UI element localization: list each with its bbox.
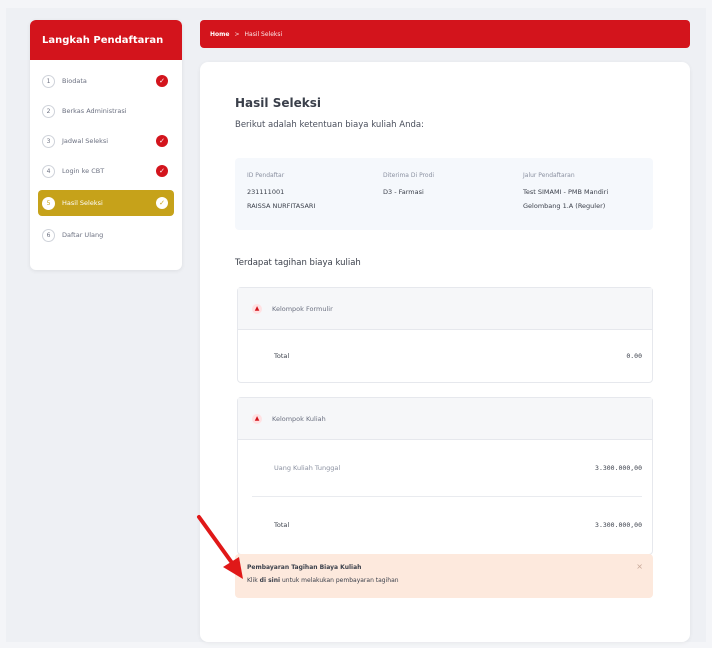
fee-total-row: Total 0.00 (238, 330, 652, 382)
chevron-up-icon[interactable]: ▲ (252, 413, 262, 424)
step-label: Jadwal Seleksi (62, 137, 109, 145)
step-number: 3 (42, 134, 55, 148)
breadcrumb-home-link[interactable]: Home (210, 31, 229, 38)
step-hasil-seleksi[interactable]: 5 Hasil Seleksi ✓ (38, 190, 174, 216)
fee-total-amount: 0.00 (626, 352, 642, 360)
id-value: 231111001 (247, 188, 285, 196)
step-jadwal-seleksi[interactable]: 3 Jadwal Seleksi ✓ (38, 130, 174, 152)
sidebar-title: Langkah Pendaftaran (30, 20, 182, 60)
step-label: Daftar Ulang (62, 231, 104, 239)
step-number: 1 (42, 74, 55, 88)
check-circle-icon: ✓ (156, 75, 168, 87)
chevron-up-icon[interactable]: ▲ (252, 303, 262, 314)
payment-alert: Pembayaran Tagihan Biaya Kuliah Klik di … (235, 554, 653, 598)
prodi-label: Diterima Di Prodi (383, 172, 435, 179)
step-login-cbt[interactable]: 4 Login ke CBT ✓ (38, 160, 174, 182)
step-number: 2 (42, 104, 55, 118)
steps-list: 1 Biodata ✓ 2 Berkas Administrasi 3 Jadw… (30, 60, 182, 264)
fee-group-formulir: ▲ Kelompok Formulir Total 0.00 (237, 287, 653, 383)
step-number: 4 (42, 164, 55, 178)
gelombang-value: Gelombang 1.A (Reguler) (523, 202, 606, 210)
check-circle-icon: ✓ (156, 165, 168, 177)
breadcrumb-current: Hasil Seleksi (244, 30, 283, 38)
alert-title: Pembayaran Tagihan Biaya Kuliah (247, 564, 362, 571)
step-daftar-ulang[interactable]: 6 Daftar Ulang (38, 224, 174, 246)
step-number: 5 (42, 196, 55, 210)
breadcrumb: Home > Hasil Seleksi (200, 20, 690, 48)
fee-total-label: Total (274, 352, 290, 360)
step-biodata[interactable]: 1 Biodata ✓ (38, 70, 174, 92)
fee-item-amount: 3.300.000,00 (595, 464, 642, 472)
red-annotation-arrow-icon (197, 515, 243, 579)
fee-total-row: Total 3.300.000,00 (238, 497, 652, 553)
info-col-id: ID Pendaftar 231111001 RAISSA NURFITASAR… (247, 172, 315, 216)
page-title: Hasil Seleksi (235, 96, 321, 110)
info-col-prodi: Diterima Di Prodi D3 - Farmasi (383, 172, 434, 202)
fee-item-row: Uang Kuliah Tunggal 3.300.000,00 (238, 440, 652, 496)
breadcrumb-separator: > (234, 30, 240, 38)
check-circle-icon: ✓ (156, 197, 168, 209)
fee-group-kuliah: ▲ Kelompok Kuliah Uang Kuliah Tunggal 3.… (237, 397, 653, 555)
step-label: Hasil Seleksi (62, 199, 103, 207)
alert-suffix: untuk melakukan pembayaran tagihan (282, 577, 399, 584)
main-card: Hasil Seleksi Berikut adalah ketentuan b… (200, 62, 690, 642)
id-label: ID Pendaftar (247, 172, 285, 179)
jalur-label: Jalur Pendaftaran (523, 172, 575, 179)
fee-total-amount: 3.300.000,00 (595, 521, 642, 529)
check-circle-icon: ✓ (156, 135, 168, 147)
step-label: Berkas Administrasi (62, 107, 127, 115)
fee-group-name: Kelompok Kuliah (272, 414, 326, 423)
applicant-info-panel: ID Pendaftar 231111001 RAISSA NURFITASAR… (235, 158, 653, 230)
alert-body: Klik di sini untuk melakukan pembayaran … (247, 577, 641, 584)
info-col-jalur: Jalur Pendaftaran Test SIMAMI - PMB Mand… (523, 172, 608, 216)
step-berkas-administrasi[interactable]: 2 Berkas Administrasi (38, 100, 174, 122)
fee-total-label: Total (274, 521, 290, 529)
pay-here-link[interactable]: di sini (260, 577, 280, 584)
fee-group-name: Kelompok Formulir (272, 304, 333, 313)
fee-group-header[interactable]: ▲ Kelompok Kuliah (238, 398, 652, 440)
applicant-name: RAISSA NURFITASARI (247, 202, 316, 210)
step-number: 6 (42, 228, 55, 242)
fee-group-header[interactable]: ▲ Kelompok Formulir (238, 288, 652, 330)
step-label: Biodata (62, 77, 87, 85)
sidebar: Langkah Pendaftaran 1 Biodata ✓ 2 Berkas… (30, 20, 182, 270)
page-subtitle: Berikut adalah ketentuan biaya kuliah An… (235, 120, 424, 130)
step-label: Login ke CBT (62, 167, 105, 175)
tagihan-heading: Terdapat tagihan biaya kuliah (235, 258, 361, 268)
jalur-value: Test SIMAMI - PMB Mandiri (523, 188, 609, 196)
fee-item-label: Uang Kuliah Tunggal (274, 464, 341, 472)
prodi-value: D3 - Farmasi (383, 188, 424, 196)
close-icon[interactable]: × (636, 562, 643, 571)
